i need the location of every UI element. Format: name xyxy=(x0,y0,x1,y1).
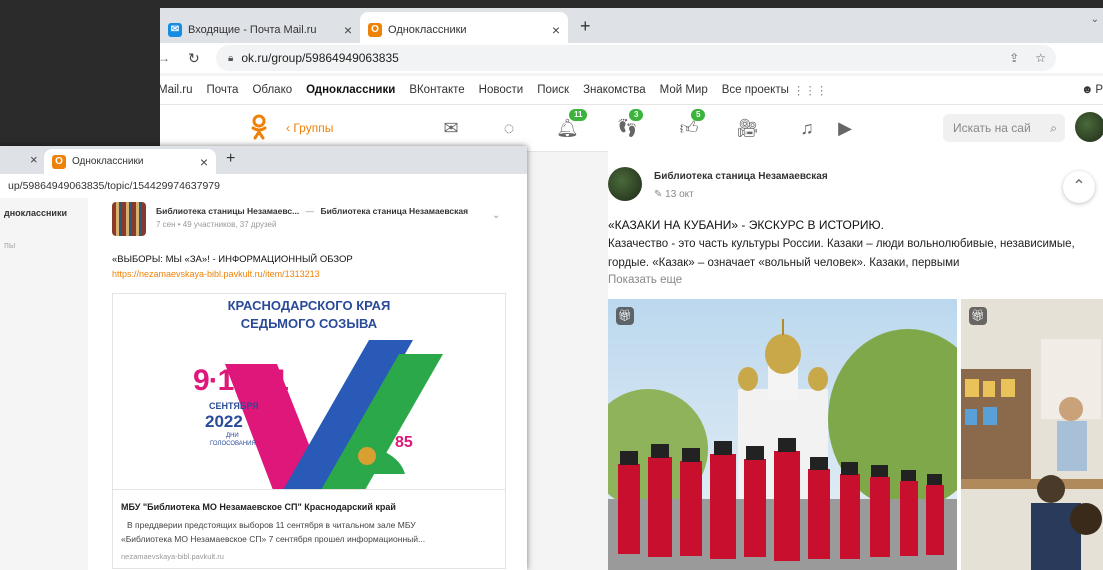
likes-icon[interactable]: 👍︎ 5 xyxy=(678,109,706,139)
close-tab-icon[interactable]: × xyxy=(30,152,38,167)
tab-mail[interactable]: ✉ Входящие - Почта Mail.ru × xyxy=(160,12,360,47)
group-avatar[interactable] xyxy=(112,202,146,236)
chevron-down-icon[interactable]: ⌄ xyxy=(1091,14,1099,25)
share-icon[interactable]: ⇪ xyxy=(1009,51,1019,65)
new-tab-button[interactable]: + xyxy=(580,16,591,37)
mail-icon: ✉ xyxy=(168,22,182,37)
gift-icon[interactable]: 🎁︎ xyxy=(616,307,634,325)
post-group[interactable]: Библиотека станица Незамаевская xyxy=(320,206,468,216)
browser-window-front: × О Одноклассники × + up/59864949063835/… xyxy=(0,146,527,570)
post-author[interactable]: Библиотека станицы Незамаевс... xyxy=(156,206,299,216)
grid-icon[interactable]: ⋮⋮⋮ xyxy=(793,83,828,97)
service-link-active[interactable]: Одноклассники xyxy=(306,84,395,96)
link-domain: nezamaevskaya-bibl.pavkult.ru xyxy=(121,552,224,561)
lock-icon: 🔒︎ xyxy=(228,52,234,64)
post-photo-cossacks[interactable]: 🎁︎ xyxy=(608,299,957,570)
notifications-badge: 11 xyxy=(569,109,588,121)
messages-icon[interactable]: ✉ xyxy=(440,117,462,139)
tab-odnoklassniki[interactable]: О Одноклассники × xyxy=(44,149,216,174)
service-link[interactable]: Почта xyxy=(207,84,239,96)
url-field[interactable]: up/59864949063835/topic/154429974637979 xyxy=(0,174,527,198)
group-avatar[interactable] xyxy=(608,167,642,201)
discussions-icon[interactable]: ◌ xyxy=(498,117,520,139)
new-tab-button[interactable]: + xyxy=(226,150,235,168)
star-icon[interactable]: ☆ xyxy=(1035,51,1046,65)
post-photo-library[interactable]: 🎁︎ xyxy=(961,299,1103,570)
ok-logo-icon[interactable] xyxy=(250,114,268,140)
user-avatar[interactable] xyxy=(1075,112,1103,142)
group-post: Библиотека станица Незамаевская ✎ 13 окт… xyxy=(608,151,1103,570)
post-text: Казачество - это часть культуры России. … xyxy=(608,238,1075,269)
post-header: Библиотека станицы Незамаевс... — Библио… xyxy=(156,206,469,216)
tab-strip: ✉ Входящие - Почта Mail.ru × О Однокласс… xyxy=(160,8,1103,47)
service-link[interactable]: Облако xyxy=(252,84,292,96)
profile-icon[interactable]: ☻ xyxy=(1081,84,1093,96)
election-poster[interactable]: КРАСНОДАРСКОГО КРАЯ СЕДЬМОГО СОЗЫВА 9·10… xyxy=(112,293,506,490)
reload-icon[interactable]: ↻ xyxy=(188,50,206,67)
play-icon[interactable]: ▶ xyxy=(834,117,856,139)
anniversary-emblem: 85 xyxy=(345,434,425,478)
scroll-up-button[interactable]: ⌃ xyxy=(1063,171,1095,203)
post-meta: 7 сен • 49 участников, 37 друзей xyxy=(156,220,277,229)
link-description: «Библиотека МО Незамаевское СП» 7 сентяб… xyxy=(121,534,426,544)
close-tab-icon[interactable]: × xyxy=(200,154,208,170)
show-more-link[interactable]: Показать еще xyxy=(608,274,682,286)
ok-icon: О xyxy=(52,154,66,169)
link-description: В преддверии предстоящих выборов 11 сент… xyxy=(127,520,416,530)
url-field[interactable]: 🔒︎ ok.ru/group/59864949063835 ⇪ ☆ xyxy=(216,45,1056,71)
service-link[interactable]: Все проекты xyxy=(722,84,789,96)
guests-badge: 3 xyxy=(629,109,644,121)
search-icon[interactable]: ⌕ xyxy=(1050,121,1057,136)
address-bar-row: → ↻ 🔒︎ ok.ru/group/59864949063835 ⇪ ☆ xyxy=(160,43,1103,73)
link-title[interactable]: МБУ "Библиотека МО Незамаевское СП" Крас… xyxy=(121,502,396,512)
post-link[interactable]: https://nezamaevskaya-bibl.pavkult.ru/it… xyxy=(112,269,320,279)
groups-back-link[interactable]: ‹ Группы xyxy=(286,121,333,135)
likes-badge: 5 xyxy=(691,109,706,121)
post-title: «КАЗАКИ НА КУБАНИ» - ЭКСКУРС В ИСТОРИЮ. xyxy=(608,218,884,232)
topic-post: Библиотека станицы Незамаевс... — Библио… xyxy=(88,198,527,570)
service-link[interactable]: Знакомства xyxy=(583,84,646,96)
forward-icon[interactable]: → xyxy=(160,51,176,65)
link-preview-card[interactable]: МБУ "Библиотека МО Незамаевское СП" Крас… xyxy=(112,489,506,569)
search-input[interactable]: Искать на сай ⌕ xyxy=(943,114,1065,142)
post-date: ✎ 13 окт xyxy=(654,189,694,200)
video-icon[interactable]: 🎥︎ xyxy=(736,117,759,139)
close-tab-icon[interactable]: × xyxy=(344,22,352,38)
bell-icon[interactable]: 🔔︎ 11 xyxy=(556,109,588,139)
service-link[interactable]: ВКонтакте xyxy=(409,84,464,96)
tab-odnoklassniki[interactable]: О Одноклассники × xyxy=(360,12,568,47)
services-bar: Mail.ru Почта Облако Одноклассники ВКонт… xyxy=(160,76,1103,105)
service-link[interactable]: Mail.ru xyxy=(160,84,193,96)
post-author[interactable]: Библиотека станица Незамаевская xyxy=(654,171,828,182)
service-link[interactable]: Поиск xyxy=(537,84,569,96)
election-checkmark-graphic xyxy=(225,340,443,490)
ok-toolbar: ‹ Группы ✉ ◌ 🔔︎ 11 👣︎ 3 👍︎ 5 🎥︎ ♫ ▶ Искать … xyxy=(160,105,1103,152)
ok-icon: О xyxy=(368,22,382,37)
post-title: «ВЫБОРЫ: МЫ «ЗА»! - ИНФОРМАЦИОННЫЙ ОБЗОР xyxy=(112,254,353,265)
service-link[interactable]: Мой Мир xyxy=(660,84,708,96)
service-link[interactable]: Новости xyxy=(479,84,524,96)
close-tab-icon[interactable]: × xyxy=(552,22,560,38)
chevron-down-icon[interactable]: ⌄ xyxy=(492,210,500,221)
music-icon[interactable]: ♫ xyxy=(796,117,818,139)
left-pane: дноклассники пы xyxy=(0,198,88,570)
tab-strip: × О Одноклассники × + xyxy=(0,146,527,174)
guests-icon[interactable]: 👣︎ 3 xyxy=(616,109,644,139)
gift-icon[interactable]: 🎁︎ xyxy=(969,307,987,325)
